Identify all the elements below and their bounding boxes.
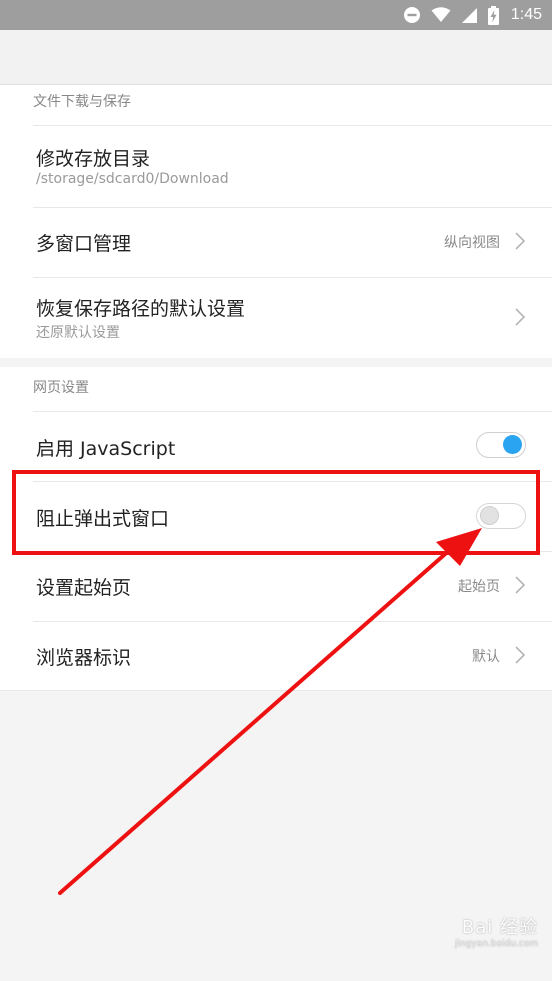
settings-item-multi-window[interactable]: 多窗口管理 纵向视图 xyxy=(0,207,552,277)
do-not-disturb-icon xyxy=(403,6,421,24)
settings-item-storage-directory[interactable]: 修改存放目录 /storage/sdcard0/Download xyxy=(0,125,552,207)
settings-item-title: 修改存放目录 xyxy=(36,148,151,170)
watermark-mark: Bai 经验 xyxy=(461,917,538,938)
toggle-knob xyxy=(480,506,499,525)
watermark-url: jingyan.baidu.com xyxy=(454,939,538,949)
status-bar: 1:45 xyxy=(0,0,552,30)
chevron-right-icon xyxy=(515,232,526,250)
settings-item-value: 起始页 xyxy=(458,579,500,595)
settings-item-title: 阻止弹出式窗口 xyxy=(36,508,170,530)
block-popups-toggle[interactable] xyxy=(476,503,526,529)
status-clock: 1:45 xyxy=(510,6,542,23)
section-header-web: 网页设置 xyxy=(0,367,552,411)
settings-item-restore-default-path[interactable]: 恢复保存路径的默认设置 还原默认设置 xyxy=(0,277,552,358)
settings-item-javascript[interactable]: 启用 JavaScript xyxy=(0,411,552,481)
settings-item-value: 纵向视图 xyxy=(444,235,500,251)
settings-item-title: 浏览器标识 xyxy=(36,647,132,669)
wifi-icon xyxy=(431,7,451,23)
divider xyxy=(33,621,552,622)
divider xyxy=(33,481,552,482)
chevron-right-icon xyxy=(515,308,526,326)
chevron-right-icon xyxy=(515,646,526,664)
settings-item-value: 默认 xyxy=(472,649,500,665)
settings-item-block-popups[interactable]: 阻止弹出式窗口 xyxy=(0,481,552,551)
baidu-jingyan-watermark: Bai 经验 jingyan.baidu.com xyxy=(428,913,538,961)
settings-item-user-agent[interactable]: 浏览器标识 默认 xyxy=(0,621,552,691)
settings-item-subtitle: 还原默认设置 xyxy=(36,325,120,341)
settings-item-title: 多窗口管理 xyxy=(36,233,132,255)
divider xyxy=(33,411,552,412)
divider xyxy=(33,277,552,278)
signal-icon xyxy=(461,7,478,24)
battery-charging-icon xyxy=(487,5,499,25)
app-bar xyxy=(0,30,552,85)
divider xyxy=(33,125,552,126)
divider xyxy=(33,207,552,208)
toggle-knob xyxy=(503,435,522,454)
divider xyxy=(33,551,552,552)
chevron-right-icon xyxy=(515,576,526,594)
settings-item-start-page[interactable]: 设置起始页 起始页 xyxy=(0,551,552,621)
settings-item-title: 设置起始页 xyxy=(36,577,132,599)
javascript-toggle[interactable] xyxy=(476,432,526,458)
settings-item-title: 恢复保存路径的默认设置 xyxy=(36,298,246,320)
section-header-download: 文件下载与保存 xyxy=(0,85,552,125)
settings-item-subtitle: /storage/sdcard0/Download xyxy=(36,171,229,187)
settings-item-title: 启用 JavaScript xyxy=(36,438,176,460)
